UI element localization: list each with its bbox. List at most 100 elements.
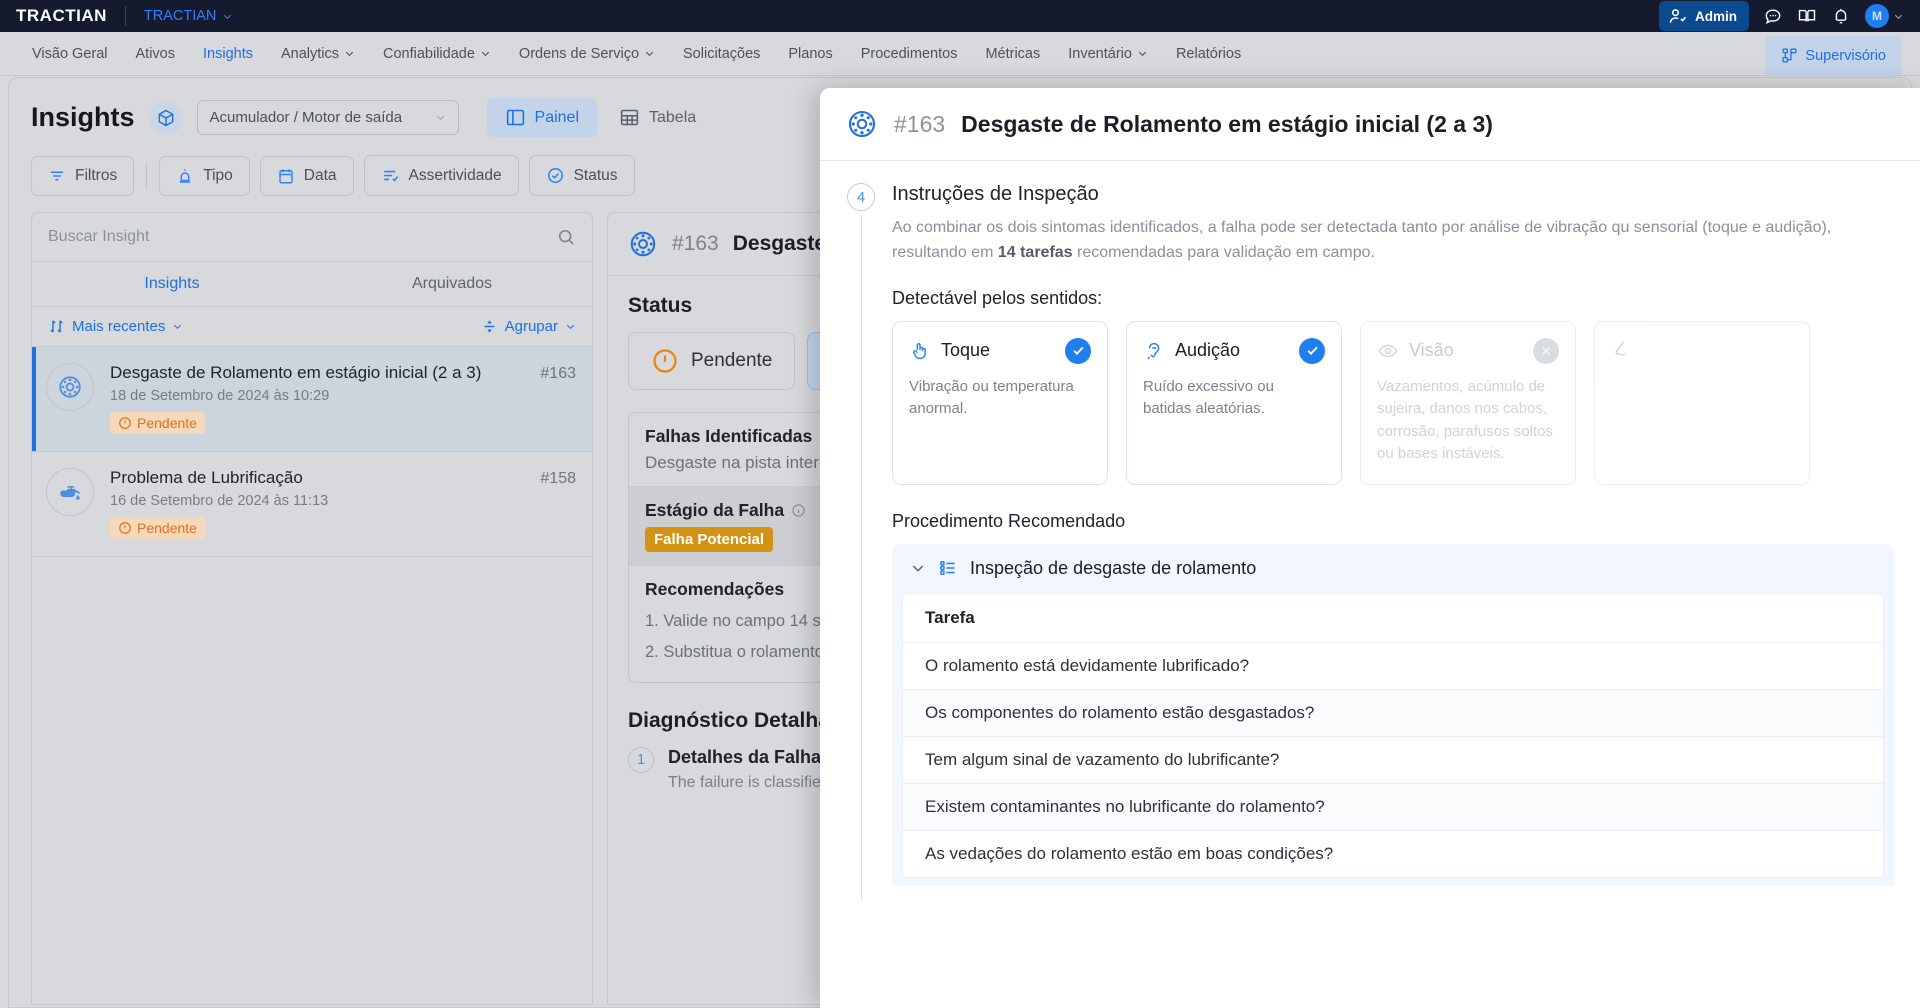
search-input[interactable] bbox=[48, 228, 556, 246]
step-number: 1 bbox=[628, 747, 654, 773]
group-label: Agrupar bbox=[505, 318, 558, 335]
chat-icon[interactable] bbox=[1763, 6, 1783, 26]
nav-item-metricas[interactable]: Métricas bbox=[971, 32, 1054, 75]
tab-label: Arquivados bbox=[412, 275, 492, 292]
nav-item-insights[interactable]: Insights bbox=[189, 32, 267, 75]
table-row[interactable]: As vedações do rolamento estão em boas c… bbox=[903, 831, 1883, 878]
nav-label: Confiabilidade bbox=[383, 46, 475, 62]
nav-right: Supervisório bbox=[1765, 32, 1902, 75]
sense-card-toque[interactable]: Toque Vibração ou temperatura anormal. bbox=[892, 321, 1108, 485]
table-row[interactable]: Tem algum sinal de vazamento do lubrific… bbox=[903, 737, 1883, 784]
nav-item-ordens-de-servico[interactable]: Ordens de Serviço bbox=[505, 32, 669, 75]
book-icon[interactable] bbox=[1797, 6, 1817, 26]
ordered-list-icon bbox=[938, 558, 958, 578]
filter-button-data[interactable]: Data bbox=[260, 156, 354, 196]
view-table-label: Tabela bbox=[649, 109, 696, 127]
nav-item-procedimentos[interactable]: Procedimentos bbox=[847, 32, 972, 75]
nav-item-relatorios[interactable]: Relatórios bbox=[1162, 32, 1255, 75]
chevron-down-icon bbox=[1893, 11, 1904, 22]
list-item-title: Problema de Lubrificação bbox=[110, 468, 524, 488]
nav-item-confiabilidade[interactable]: Confiabilidade bbox=[369, 32, 505, 75]
sort-control[interactable]: Mais recentes bbox=[48, 318, 183, 335]
bearing-icon bbox=[846, 108, 878, 140]
nav-item-planos[interactable]: Planos bbox=[774, 32, 846, 75]
bell-icon[interactable] bbox=[1831, 6, 1851, 26]
sense-card-olfato[interactable] bbox=[1594, 321, 1810, 485]
chevron-down-icon bbox=[344, 48, 355, 59]
list-item[interactable]: Desgaste de Rolamento em estágio inicial… bbox=[32, 347, 592, 452]
nav-label: Procedimentos bbox=[861, 46, 958, 62]
status-badge-label: Pendente bbox=[137, 520, 197, 536]
group-control[interactable]: Agrupar bbox=[481, 318, 576, 335]
step-connector-line bbox=[861, 215, 862, 900]
admin-button[interactable]: Admin bbox=[1659, 1, 1749, 31]
view-table-button[interactable]: Tabela bbox=[601, 98, 714, 137]
nav-item-ativos[interactable]: Ativos bbox=[122, 32, 190, 75]
list-item-body: Problema de Lubrificação 16 de Setembro … bbox=[110, 468, 524, 540]
modal-header: #163 Desgaste de Rolamento em estágio in… bbox=[820, 88, 1920, 161]
sense-card-header: Audição bbox=[1143, 338, 1325, 364]
step-content: Instruções de Inspeção Ao combinar os do… bbox=[892, 183, 1894, 900]
list-item-date: 16 de Setembro de 2024 às 11:13 bbox=[110, 493, 524, 509]
supervisory-button[interactable]: Supervisório bbox=[1765, 36, 1902, 75]
step-description: Ao combinar os dois sintomas identificad… bbox=[892, 216, 1894, 266]
task-column-header: Tarefa bbox=[903, 594, 1883, 643]
chevron-down-icon bbox=[565, 321, 576, 332]
check-icon bbox=[1305, 343, 1320, 358]
nav-label: Ordens de Serviço bbox=[519, 46, 639, 62]
bearing-icon-glyph bbox=[57, 374, 83, 400]
asset-selector[interactable]: Acumulador / Motor de saída bbox=[197, 100, 459, 135]
view-panel-button[interactable]: Painel bbox=[487, 98, 597, 137]
stage-heading-label: Estágio da Falha bbox=[645, 500, 784, 521]
sense-card-visao[interactable]: Visão Vazamentos, acúmulo de sujeira, da… bbox=[1360, 321, 1576, 485]
step-gutter: 4 bbox=[846, 183, 876, 900]
modal-body: 4 Instruções de Inspeção Ao combinar os … bbox=[820, 161, 1920, 1008]
sense-name: Visão bbox=[1409, 340, 1454, 361]
sense-card-audicao[interactable]: Audição Ruído excessivo ou batidas aleat… bbox=[1126, 321, 1342, 485]
oil-can-icon-glyph bbox=[57, 479, 83, 505]
bearing-icon bbox=[46, 363, 94, 411]
nav-item-analytics[interactable]: Analytics bbox=[267, 32, 369, 75]
info-icon[interactable] bbox=[791, 503, 806, 518]
main-nav: Visão Geral Ativos Insights Analytics Co… bbox=[0, 32, 1920, 76]
tab-insights[interactable]: Insights bbox=[32, 262, 312, 306]
table-row[interactable]: O rolamento está devidamente lubrificado… bbox=[903, 643, 1883, 690]
nav-item-visao-geral[interactable]: Visão Geral bbox=[18, 32, 122, 75]
page-title: Insights bbox=[31, 102, 135, 133]
filter-button-tipo[interactable]: Tipo bbox=[159, 156, 250, 196]
view-panel-label: Painel bbox=[535, 109, 579, 127]
filter-button-assertividade[interactable]: Assertividade bbox=[364, 155, 519, 196]
filter-divider bbox=[146, 163, 147, 189]
search-icon[interactable] bbox=[556, 227, 576, 247]
list-check-icon bbox=[381, 166, 400, 185]
table-row[interactable]: Os componentes do rolamento estão desgas… bbox=[903, 690, 1883, 737]
sense-description: Vazamentos, acúmulo de sujeira, danos no… bbox=[1377, 376, 1559, 466]
table-row[interactable]: Existem contaminantes no lubrificante do… bbox=[903, 784, 1883, 831]
check-icon bbox=[1071, 343, 1086, 358]
nose-icon bbox=[1611, 338, 1633, 360]
nav-label: Ativos bbox=[136, 46, 176, 62]
nav-item-solicitacoes[interactable]: Solicitações bbox=[669, 32, 774, 75]
filter-button-status[interactable]: Status bbox=[529, 155, 635, 196]
status-pill-pendente[interactable]: Pendente bbox=[628, 332, 795, 390]
org-selector[interactable]: TRACTIAN bbox=[144, 8, 234, 24]
sense-card-header bbox=[1611, 338, 1793, 360]
alert-circle-icon bbox=[651, 347, 679, 375]
procedure-toggle[interactable]: Inspeção de desgaste de rolamento bbox=[892, 544, 1894, 593]
insight-list-panel: Insights Arquivados Mais recentes Agrupa… bbox=[31, 212, 593, 1005]
procedure-heading: Procedimento Recomendado bbox=[892, 511, 1894, 532]
app-root: TRACTIAN TRACTIAN Admin bbox=[0, 0, 1920, 1008]
sense-card-header: Visão bbox=[1377, 338, 1559, 364]
alarm-icon bbox=[176, 167, 194, 185]
filter-label: Status bbox=[574, 167, 618, 185]
tab-arquivados[interactable]: Arquivados bbox=[312, 262, 592, 306]
list-item[interactable]: Problema de Lubrificação 16 de Setembro … bbox=[32, 452, 592, 557]
view-toggle: Painel Tabela bbox=[487, 98, 715, 137]
brand-divider bbox=[125, 6, 126, 26]
chevron-down-icon bbox=[910, 560, 926, 576]
filter-button-filtros[interactable]: Filtros bbox=[31, 156, 134, 196]
inspection-step: 4 Instruções de Inspeção Ao combinar os … bbox=[846, 183, 1894, 900]
chevron-down-icon bbox=[644, 48, 655, 59]
user-menu[interactable]: M bbox=[1865, 4, 1904, 28]
nav-item-inventario[interactable]: Inventário bbox=[1054, 32, 1162, 75]
